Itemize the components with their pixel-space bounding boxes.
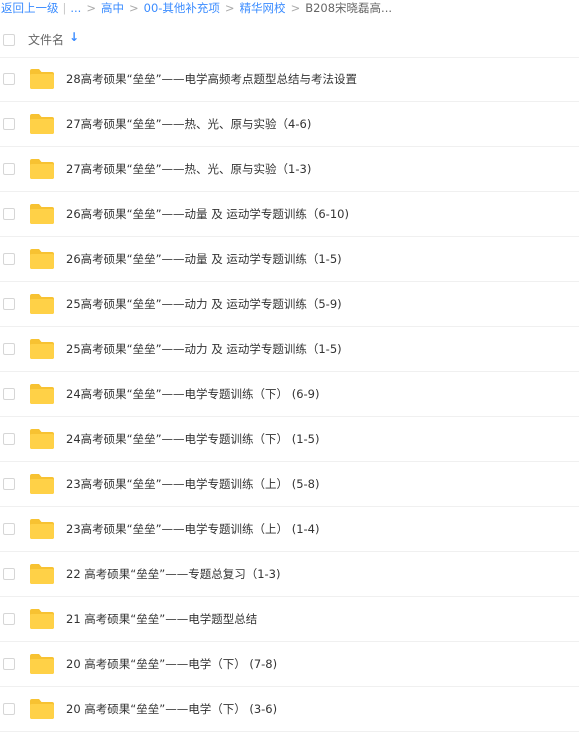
folder-icon[interactable] bbox=[29, 203, 55, 225]
file-row[interactable]: 23高考硕果“垒垒”——电学专题训练（上） (1-4) bbox=[0, 507, 579, 552]
row-checkbox[interactable] bbox=[3, 298, 15, 310]
chevron-right-icon: > bbox=[224, 1, 235, 15]
row-checkbox[interactable] bbox=[3, 478, 15, 490]
row-checkbox[interactable] bbox=[3, 388, 15, 400]
back-link[interactable]: 返回上一级 bbox=[1, 1, 59, 15]
file-row[interactable]: 21 高考硕果“垒垒”——电学题型总结 bbox=[0, 597, 579, 642]
breadcrumb-divider: | bbox=[62, 1, 67, 15]
row-checkbox[interactable] bbox=[3, 118, 15, 130]
file-row[interactable]: 22 高考硕果“垒垒”——专题总复习（1-3) bbox=[0, 552, 579, 597]
file-name[interactable]: 20 高考硕果“垒垒”——电学（下） (7-8) bbox=[66, 656, 277, 672]
file-row[interactable]: 20 高考硕果“垒垒”——电学（下） (3-6) bbox=[0, 687, 579, 732]
row-checkbox[interactable] bbox=[3, 73, 15, 85]
file-list-header: 文件名 ↓ bbox=[0, 21, 579, 58]
file-name[interactable]: 24高考硕果“垒垒”——电学专题训练（下） (6-9) bbox=[66, 386, 319, 402]
file-row[interactable]: 27高考硕果“垒垒”——热、光、原与实验（1-3) bbox=[0, 147, 579, 192]
breadcrumb-ellipsis[interactable]: ... bbox=[70, 1, 81, 15]
file-name[interactable]: 23高考硕果“垒垒”——电学专题训练（上） (5-8) bbox=[66, 476, 319, 492]
file-name[interactable]: 25高考硕果“垒垒”——动力 及 运动学专题训练（1-5) bbox=[66, 341, 342, 357]
folder-icon[interactable] bbox=[29, 68, 55, 90]
file-name[interactable]: 26高考硕果“垒垒”——动量 及 运动学专题训练（6-10) bbox=[66, 206, 349, 222]
breadcrumb: 返回上一级 |... > 高中 >00-其他补充项 > 精华网校 > B208宋晓磊高... bbox=[0, 0, 392, 16]
folder-icon[interactable] bbox=[29, 158, 55, 180]
chevron-right-icon: > bbox=[290, 1, 301, 15]
file-name[interactable]: 24高考硕果“垒垒”——电学专题训练（下） (1-5) bbox=[66, 431, 319, 447]
row-checkbox[interactable] bbox=[3, 613, 15, 625]
file-name[interactable]: 22 高考硕果“垒垒”——专题总复习（1-3) bbox=[66, 566, 280, 582]
chevron-right-icon: > bbox=[128, 1, 139, 15]
file-name[interactable]: 21 高考硕果“垒垒”——电学题型总结 bbox=[66, 611, 257, 627]
file-list: 28高考硕果“垒垒”——电学高频考点题型总结与考法设置 27高考硕果“垒垒”——热… bbox=[0, 57, 579, 732]
folder-icon[interactable] bbox=[29, 518, 55, 540]
file-row[interactable]: 26高考硕果“垒垒”——动量 及 运动学专题训练（1-5) bbox=[0, 237, 579, 282]
file-row[interactable]: 25高考硕果“垒垒”——动力 及 运动学专题训练（1-5) bbox=[0, 327, 579, 372]
folder-icon[interactable] bbox=[29, 428, 55, 450]
file-name[interactable]: 23高考硕果“垒垒”——电学专题训练（上） (1-4) bbox=[66, 521, 319, 537]
file-row[interactable]: 24高考硕果“垒垒”——电学专题训练（下） (1-5) bbox=[0, 417, 579, 462]
row-checkbox[interactable] bbox=[3, 658, 15, 670]
folder-icon[interactable] bbox=[29, 563, 55, 585]
file-row[interactable]: 20 高考硕果“垒垒”——电学（下） (7-8) bbox=[0, 642, 579, 687]
chevron-right-icon: > bbox=[86, 1, 96, 15]
file-name[interactable]: 27高考硕果“垒垒”——热、光、原与实验（1-3) bbox=[66, 161, 311, 177]
row-checkbox[interactable] bbox=[3, 703, 15, 715]
folder-icon[interactable] bbox=[29, 383, 55, 405]
file-name[interactable]: 27高考硕果“垒垒”——热、光、原与实验（4-6) bbox=[66, 116, 311, 132]
select-all-checkbox[interactable] bbox=[3, 34, 15, 46]
row-checkbox[interactable] bbox=[3, 163, 15, 175]
row-checkbox[interactable] bbox=[3, 208, 15, 220]
file-name[interactable]: 25高考硕果“垒垒”——动力 及 运动学专题训练（5-9) bbox=[66, 296, 342, 312]
breadcrumb-item-school[interactable]: 精华网校 bbox=[240, 1, 286, 15]
file-row[interactable]: 27高考硕果“垒垒”——热、光、原与实验（4-6) bbox=[0, 102, 579, 147]
file-name[interactable]: 20 高考硕果“垒垒”——电学（下） (3-6) bbox=[66, 701, 277, 717]
folder-icon[interactable] bbox=[29, 338, 55, 360]
file-row[interactable]: 24高考硕果“垒垒”——电学专题训练（下） (6-9) bbox=[0, 372, 579, 417]
arrow-down-icon[interactable]: ↓ bbox=[69, 30, 79, 44]
folder-icon[interactable] bbox=[29, 248, 55, 270]
breadcrumb-item-high-school[interactable]: 高中 bbox=[101, 1, 124, 15]
file-name[interactable]: 26高考硕果“垒垒”——动量 及 运动学专题训练（1-5) bbox=[66, 251, 342, 267]
breadcrumb-item-other[interactable]: 00-其他补充项 bbox=[144, 1, 220, 15]
row-checkbox[interactable] bbox=[3, 523, 15, 535]
folder-icon[interactable] bbox=[29, 473, 55, 495]
folder-icon[interactable] bbox=[29, 113, 55, 135]
file-row[interactable]: 28高考硕果“垒垒”——电学高频考点题型总结与考法设置 bbox=[0, 57, 579, 102]
row-checkbox[interactable] bbox=[3, 343, 15, 355]
file-name[interactable]: 28高考硕果“垒垒”——电学高频考点题型总结与考法设置 bbox=[66, 71, 357, 87]
column-header-filename[interactable]: 文件名 bbox=[28, 31, 64, 48]
row-checkbox[interactable] bbox=[3, 433, 15, 445]
folder-icon[interactable] bbox=[29, 698, 55, 720]
folder-icon[interactable] bbox=[29, 653, 55, 675]
folder-icon[interactable] bbox=[29, 608, 55, 630]
row-checkbox[interactable] bbox=[3, 568, 15, 580]
file-row[interactable]: 23高考硕果“垒垒”——电学专题训练（上） (5-8) bbox=[0, 462, 579, 507]
breadcrumb-current: B208宋晓磊高... bbox=[305, 1, 393, 15]
row-checkbox[interactable] bbox=[3, 253, 15, 265]
folder-icon[interactable] bbox=[29, 293, 55, 315]
file-row[interactable]: 26高考硕果“垒垒”——动量 及 运动学专题训练（6-10) bbox=[0, 192, 579, 237]
file-row[interactable]: 25高考硕果“垒垒”——动力 及 运动学专题训练（5-9) bbox=[0, 282, 579, 327]
